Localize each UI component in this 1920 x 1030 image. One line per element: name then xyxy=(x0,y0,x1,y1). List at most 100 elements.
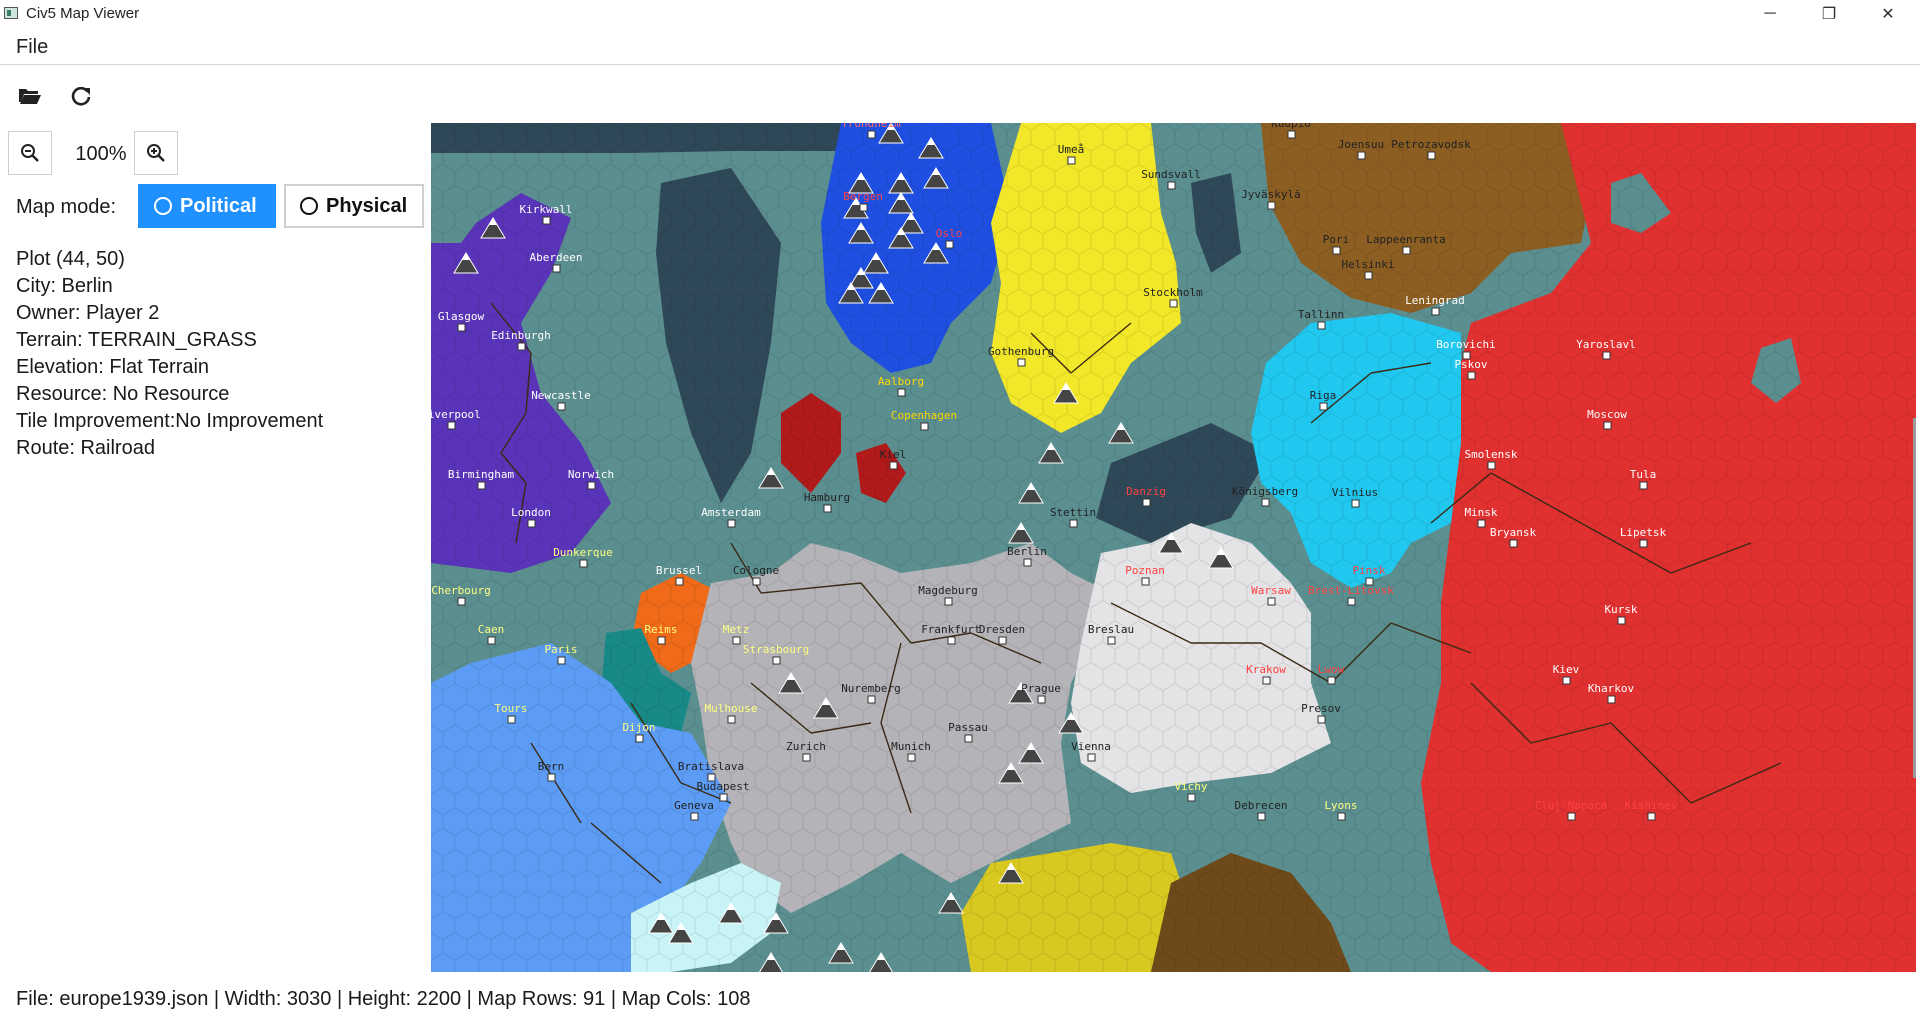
city-marker[interactable] xyxy=(802,753,811,762)
refresh-button[interactable] xyxy=(63,78,99,114)
city-label: Paris xyxy=(544,643,577,656)
city-marker[interactable] xyxy=(889,461,898,470)
city-marker[interactable] xyxy=(732,636,741,645)
city-marker[interactable] xyxy=(1467,371,1476,380)
city-marker[interactable] xyxy=(1287,130,1296,139)
city-marker[interactable] xyxy=(1639,481,1648,490)
city-marker[interactable] xyxy=(947,636,956,645)
city-marker[interactable] xyxy=(635,734,644,743)
city-marker[interactable] xyxy=(1357,151,1366,160)
city-marker[interactable] xyxy=(867,695,876,704)
city-marker[interactable] xyxy=(859,203,868,212)
city-marker[interactable] xyxy=(527,519,536,528)
city-marker[interactable] xyxy=(1017,358,1026,367)
city-marker[interactable] xyxy=(1332,246,1341,255)
city-marker[interactable] xyxy=(772,656,781,665)
city-marker[interactable] xyxy=(945,240,954,249)
city-marker[interactable] xyxy=(1023,558,1032,567)
city-marker[interactable] xyxy=(1617,616,1626,625)
city-marker[interactable] xyxy=(547,773,556,782)
city-label: Glasgow xyxy=(438,310,485,323)
city-marker[interactable] xyxy=(1647,812,1656,821)
city-label: Leningrad xyxy=(1405,294,1465,307)
physical-mode-button[interactable]: Physical xyxy=(284,184,424,228)
city-marker[interactable] xyxy=(1142,498,1151,507)
city-marker[interactable] xyxy=(1067,156,1076,165)
open-file-button[interactable] xyxy=(12,78,48,114)
city-marker[interactable] xyxy=(1487,461,1496,470)
city-marker[interactable] xyxy=(690,812,699,821)
city-marker[interactable] xyxy=(587,481,596,490)
city-marker[interactable] xyxy=(1347,597,1356,606)
city-marker[interactable] xyxy=(907,753,916,762)
zoom-out-button[interactable] xyxy=(8,131,52,175)
city-marker[interactable] xyxy=(1509,539,1518,548)
city-marker[interactable] xyxy=(1087,753,1096,762)
city-marker[interactable] xyxy=(1261,498,1270,507)
map-canvas[interactable]: Trondheim Umeå Kuopio Joensuu Petrozavodsk Su… xyxy=(431,123,1916,972)
city-marker[interactable] xyxy=(920,422,929,431)
city-marker[interactable] xyxy=(1427,151,1436,160)
city-marker[interactable] xyxy=(1037,695,1046,704)
city-marker[interactable] xyxy=(1169,299,1178,308)
zoom-in-button[interactable] xyxy=(134,131,178,175)
city-marker[interactable] xyxy=(457,323,466,332)
city-marker[interactable] xyxy=(1364,271,1373,280)
city-marker[interactable] xyxy=(727,519,736,528)
city-marker[interactable] xyxy=(1562,676,1571,685)
city-marker[interactable] xyxy=(1167,181,1176,190)
city-marker[interactable] xyxy=(517,342,526,351)
city-marker[interactable] xyxy=(1317,321,1326,330)
city-marker[interactable] xyxy=(1639,539,1648,548)
close-icon: ✕ xyxy=(1881,6,1895,23)
city-marker[interactable] xyxy=(447,421,456,430)
city-marker[interactable] xyxy=(944,597,953,606)
close-button[interactable]: ✕ xyxy=(1859,0,1917,28)
city-marker[interactable] xyxy=(657,636,666,645)
city-marker[interactable] xyxy=(867,130,876,139)
city-marker[interactable] xyxy=(1107,636,1116,645)
city-marker[interactable] xyxy=(1567,812,1576,821)
city-marker[interactable] xyxy=(675,577,684,586)
city-marker[interactable] xyxy=(823,504,832,513)
city-marker[interactable] xyxy=(719,793,728,802)
city-marker[interactable] xyxy=(752,577,761,586)
city-marker[interactable] xyxy=(542,216,551,225)
city-marker[interactable] xyxy=(1069,519,1078,528)
city-marker[interactable] xyxy=(1602,351,1611,360)
map-svg[interactable]: Trondheim Umeå Kuopio Joensuu Petrozavodsk Su… xyxy=(431,123,1916,972)
city-marker[interactable] xyxy=(1257,812,1266,821)
city-marker[interactable] xyxy=(1431,307,1440,316)
map-scrollbar[interactable] xyxy=(1913,418,1916,778)
city-marker[interactable] xyxy=(1187,793,1196,802)
city-marker[interactable] xyxy=(1267,201,1276,210)
city-marker[interactable] xyxy=(1317,715,1326,724)
city-marker[interactable] xyxy=(1607,695,1616,704)
city-marker[interactable] xyxy=(1337,812,1346,821)
political-mode-button[interactable]: Political xyxy=(138,184,276,228)
city-marker[interactable] xyxy=(552,264,561,273)
city-marker[interactable] xyxy=(1402,246,1411,255)
city-marker[interactable] xyxy=(727,715,736,724)
city-marker[interactable] xyxy=(457,597,466,606)
menu-file[interactable]: File xyxy=(16,36,48,59)
city-marker[interactable] xyxy=(897,388,906,397)
city-marker[interactable] xyxy=(964,734,973,743)
city-marker[interactable] xyxy=(1327,676,1336,685)
city-marker[interactable] xyxy=(1603,421,1612,430)
city-marker[interactable] xyxy=(477,481,486,490)
city-marker[interactable] xyxy=(507,715,516,724)
city-marker[interactable] xyxy=(998,636,1007,645)
maximize-button[interactable]: ❐ xyxy=(1800,0,1858,28)
city-marker[interactable] xyxy=(579,559,588,568)
city-marker[interactable] xyxy=(557,402,566,411)
city-marker[interactable] xyxy=(1319,402,1328,411)
city-marker[interactable] xyxy=(557,656,566,665)
city-marker[interactable] xyxy=(1141,577,1150,586)
city-marker[interactable] xyxy=(1267,597,1276,606)
city-marker[interactable] xyxy=(487,636,496,645)
city-marker[interactable] xyxy=(1351,499,1360,508)
city-marker[interactable] xyxy=(1477,519,1486,528)
minimize-button[interactable]: ─ xyxy=(1741,0,1799,28)
city-marker[interactable] xyxy=(1262,676,1271,685)
